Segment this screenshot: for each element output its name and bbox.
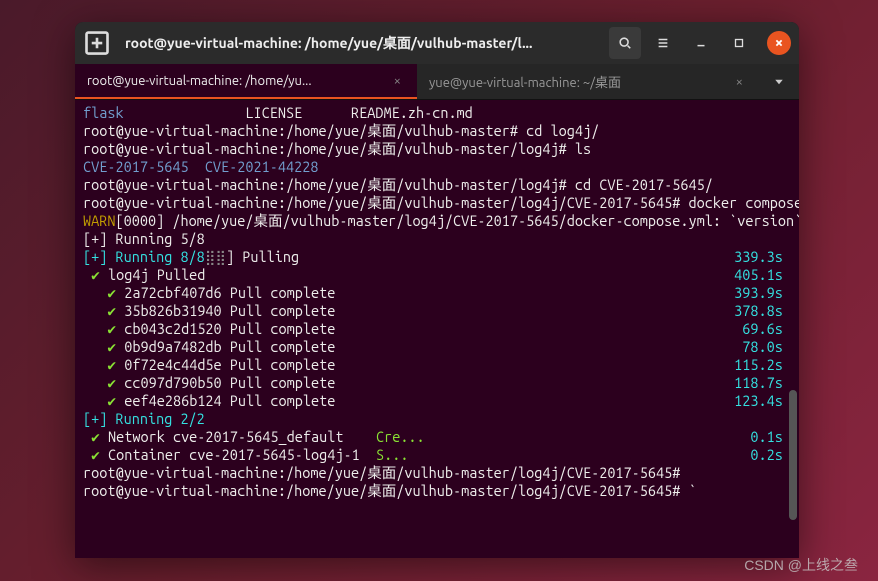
- maximize-button[interactable]: [723, 27, 755, 59]
- layer-name: cc097d790b50 Pull complete: [124, 374, 335, 391]
- prompt-line: root@yue-virtual-machine:/home/yue/桌面/vu…: [83, 194, 791, 212]
- time-value: 69.6s: [742, 320, 791, 338]
- new-tab-icon[interactable]: [83, 29, 111, 57]
- time-value: 123.4s: [734, 392, 791, 410]
- time-value: 378.8s: [734, 302, 791, 320]
- layer-name: 2a72cbf407d6 Pull complete: [124, 284, 335, 301]
- checkmark-icon: ✔: [91, 266, 100, 283]
- checkmark-icon: ✔: [91, 446, 100, 463]
- layer-name: log4j Pulled: [108, 266, 205, 283]
- time-value: 78.0s: [742, 338, 791, 356]
- window-title: root@yue-virtual-machine: /home/yue/桌面/v…: [117, 33, 603, 53]
- checkmark-icon: ✔: [107, 356, 116, 373]
- checkmark-icon: ✔: [107, 338, 116, 355]
- prompt-line: root@yue-virtual-machine:/home/yue/桌面/vu…: [83, 176, 791, 194]
- time-value: 0.1s: [750, 428, 791, 446]
- search-button[interactable]: [609, 27, 641, 59]
- tab-dropdown[interactable]: [759, 64, 799, 99]
- layer-name: cb043c2d1520 Pull complete: [124, 320, 335, 337]
- tab-close-icon[interactable]: ×: [390, 74, 405, 88]
- layer-name: 35b826b31940 Pull complete: [124, 302, 335, 319]
- terminal-window: root@yue-virtual-machine: /home/yue/桌面/v…: [75, 22, 799, 558]
- resource-name: Network cve-2017-5645_default: [108, 428, 343, 445]
- minimize-button[interactable]: [685, 27, 717, 59]
- menu-button[interactable]: [647, 27, 679, 59]
- prompt-line: root@yue-virtual-machine:/home/yue/桌面/vu…: [83, 140, 791, 158]
- tab-inactive[interactable]: yue@yue-virtual-machine: ~/桌面 ×: [417, 64, 759, 99]
- time-value: 393.9s: [734, 284, 791, 302]
- warn-text: [0000] /home/yue/桌面/vulhub-master/log4j/…: [115, 212, 799, 229]
- checkmark-icon: ✔: [107, 284, 116, 301]
- resource-status: Cre...: [376, 428, 425, 445]
- watermark: CSDN @上线之叁: [744, 555, 858, 575]
- prompt-line: root@yue-virtual-machine:/home/yue/桌面/vu…: [83, 464, 791, 482]
- layer-name: eef4e286b124 Pull complete: [124, 392, 335, 409]
- resource-status: S...: [376, 446, 408, 463]
- layer-name: 0b9d9a7482db Pull complete: [124, 338, 335, 355]
- titlebar: root@yue-virtual-machine: /home/yue/桌面/v…: [75, 22, 799, 64]
- time-value: 339.3s: [734, 248, 791, 266]
- file-name: README.zh-cn.md: [351, 104, 473, 121]
- close-button[interactable]: [767, 31, 791, 55]
- tab-active[interactable]: root@yue-virtual-machine: /home/yu... ×: [75, 64, 417, 99]
- layer-name: 0f72e4c44d5e Pull complete: [124, 356, 335, 373]
- checkmark-icon: ✔: [107, 392, 116, 409]
- dir-name: CVE-2017-5645: [83, 158, 189, 175]
- checkmark-icon: ✔: [91, 428, 100, 445]
- checkmark-icon: ✔: [107, 320, 116, 337]
- time-value: 118.7s: [734, 374, 791, 392]
- prompt-line: root@yue-virtual-machine:/home/yue/桌面/vu…: [83, 482, 791, 500]
- file-name: LICENSE: [245, 104, 302, 121]
- tab-title: root@yue-virtual-machine: /home/yu...: [87, 74, 390, 88]
- dir-name: flask: [83, 104, 124, 121]
- checkmark-icon: ✔: [107, 374, 116, 391]
- time-value: 115.2s: [734, 356, 791, 374]
- prompt-line: root@yue-virtual-machine:/home/yue/桌面/vu…: [83, 122, 791, 140]
- status-line: [+] Running 8/8: [83, 248, 205, 265]
- tab-title: yue@yue-virtual-machine: ~/桌面: [429, 72, 732, 91]
- tabbar: root@yue-virtual-machine: /home/yu... × …: [75, 64, 799, 100]
- status-line: [+] Running 5/8: [83, 230, 791, 248]
- dir-name: CVE-2021-44228: [205, 158, 319, 175]
- time-value: 0.2s: [750, 446, 791, 464]
- status-line: [+] Running 2/2: [83, 410, 791, 428]
- time-value: 405.1s: [734, 266, 791, 284]
- resource-name: Container cve-2017-5645-log4j-1: [108, 446, 360, 463]
- tab-close-icon[interactable]: ×: [732, 75, 747, 89]
- checkmark-icon: ✔: [107, 302, 116, 319]
- scrollbar-thumb[interactable]: [789, 390, 797, 520]
- terminal-output[interactable]: flask LICENSE README.zh-cn.md root@yue-v…: [75, 100, 799, 558]
- warn-label: WARN: [83, 212, 115, 229]
